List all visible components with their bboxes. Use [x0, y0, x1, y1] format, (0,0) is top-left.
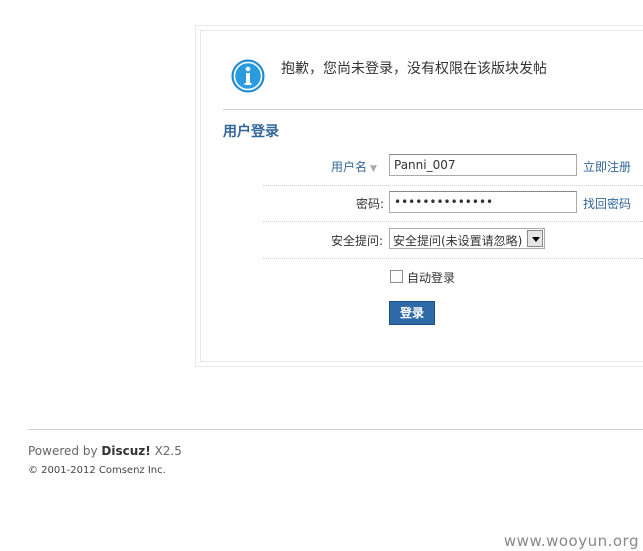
dropdown-arrow-icon[interactable]: [527, 230, 543, 247]
security-question-label: 安全提问:: [331, 234, 384, 248]
notice-message: 抱歉，您尚未登录，没有权限在该版块发帖: [281, 61, 547, 77]
login-title: 用户登录: [223, 124, 279, 140]
row-divider: [263, 258, 643, 259]
auto-login-label[interactable]: 自动登录: [407, 269, 455, 286]
chevron-down-icon: ▼: [370, 164, 377, 174]
row-divider: [263, 221, 643, 222]
powered-version: X2.5: [154, 444, 182, 458]
auto-login-checkbox[interactable]: [390, 270, 403, 283]
username-label[interactable]: 用户名 ▼: [331, 158, 377, 175]
security-question-value: 安全提问(未设置请忽略): [393, 234, 523, 248]
password-label: 密码:: [356, 197, 385, 211]
forgot-password-link[interactable]: 找回密码: [583, 195, 631, 212]
powered-by: Powered by Discuz! X2.5: [28, 444, 182, 458]
password-input[interactable]: [389, 191, 577, 213]
copyright: © 2001-2012 Comsenz Inc.: [28, 465, 166, 476]
discuz-link[interactable]: Discuz!: [101, 444, 150, 458]
security-question-select[interactable]: 安全提问(未设置请忽略): [389, 228, 545, 249]
info-icon: [231, 59, 265, 93]
login-button[interactable]: 登录: [389, 301, 435, 325]
username-label-text: 用户名: [331, 160, 368, 174]
watermark: www.wooyun.org: [503, 532, 639, 550]
username-input[interactable]: [389, 154, 577, 176]
powered-prefix: Powered by: [28, 444, 98, 458]
message-panel: 抱歉，您尚未登录，没有权限在该版块发帖 用户登录 用户名▼ 立即注册 密码: 找…: [195, 25, 643, 367]
message-panel-inner: 抱歉，您尚未登录，没有权限在该版块发帖 用户登录 用户名▼ 立即注册 密码: 找…: [200, 30, 643, 362]
register-link[interactable]: 立即注册: [583, 158, 631, 175]
row-divider: [263, 185, 643, 186]
footer-divider: [28, 429, 643, 430]
divider: [223, 109, 643, 110]
